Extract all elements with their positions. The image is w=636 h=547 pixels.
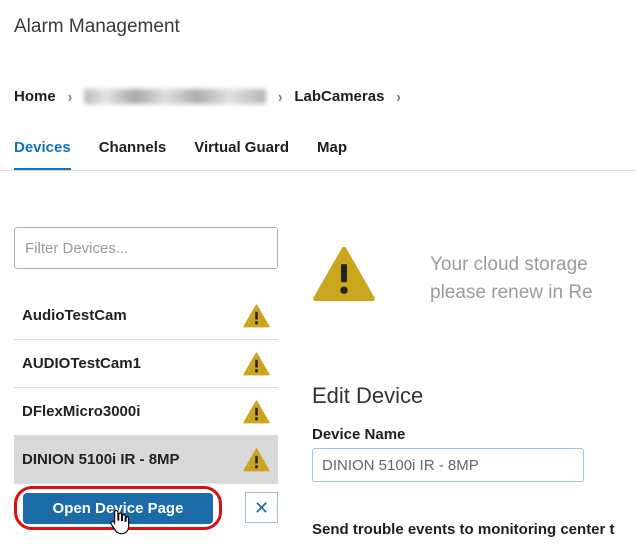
close-button[interactable]: ✕ xyxy=(245,492,278,523)
filter-devices-input[interactable] xyxy=(14,227,278,269)
tab-map[interactable]: Map xyxy=(317,139,347,171)
chevron-right-icon: › xyxy=(278,88,282,106)
chevron-right-icon: › xyxy=(68,88,72,106)
alarm-management-screen: Alarm Management Home › › LabCameras › D… xyxy=(0,0,636,547)
edit-device-heading: Edit Device xyxy=(312,383,423,409)
device-name: AUDIOTestCam1 xyxy=(22,355,141,372)
breadcrumb-redacted-account[interactable] xyxy=(84,89,266,104)
tab-devices[interactable]: Devices xyxy=(14,139,71,171)
close-icon: ✕ xyxy=(254,499,269,517)
warning-triangle-icon xyxy=(243,352,270,376)
cloud-storage-warning-icon xyxy=(312,245,376,308)
tab-bar-divider xyxy=(0,170,636,171)
breadcrumb: Home › › LabCameras › xyxy=(14,88,401,105)
device-name-label: Device Name xyxy=(312,426,405,443)
cloud-storage-warning-text: Your cloud storage please renew in Re xyxy=(430,251,593,307)
open-device-page-button[interactable]: Open Device Page xyxy=(23,493,213,524)
page-title: Alarm Management xyxy=(14,16,180,38)
device-name-input[interactable] xyxy=(312,448,584,482)
tab-channels[interactable]: Channels xyxy=(99,139,167,171)
device-list: AudioTestCam AUDIOTestCam1 DFlexMicro300… xyxy=(14,292,278,484)
warning-triangle-icon xyxy=(243,304,270,328)
breadcrumb-labcameras[interactable]: LabCameras xyxy=(294,88,384,105)
tab-bar: Devices Channels Virtual Guard Map xyxy=(14,139,347,171)
tab-virtual-guard[interactable]: Virtual Guard xyxy=(194,139,289,171)
device-name: AudioTestCam xyxy=(22,307,127,324)
device-name: DINION 5100i IR - 8MP xyxy=(22,451,180,468)
device-row[interactable]: DFlexMicro3000i xyxy=(14,388,278,436)
warning-line-2: please renew in Re xyxy=(430,279,593,307)
warning-line-1: Your cloud storage xyxy=(430,251,593,279)
device-name: DFlexMicro3000i xyxy=(22,403,140,420)
device-row-selected[interactable]: DINION 5100i IR - 8MP xyxy=(14,436,278,484)
chevron-right-icon: › xyxy=(396,88,400,106)
warning-triangle-icon xyxy=(243,448,270,472)
device-row[interactable]: AUDIOTestCam1 xyxy=(14,340,278,388)
device-row[interactable]: AudioTestCam xyxy=(14,292,278,340)
breadcrumb-home[interactable]: Home xyxy=(14,88,56,105)
monitoring-center-text: Send trouble events to monitoring center… xyxy=(312,521,615,538)
device-action-row: Open Device Page ✕ xyxy=(14,485,278,533)
warning-triangle-icon xyxy=(243,400,270,424)
